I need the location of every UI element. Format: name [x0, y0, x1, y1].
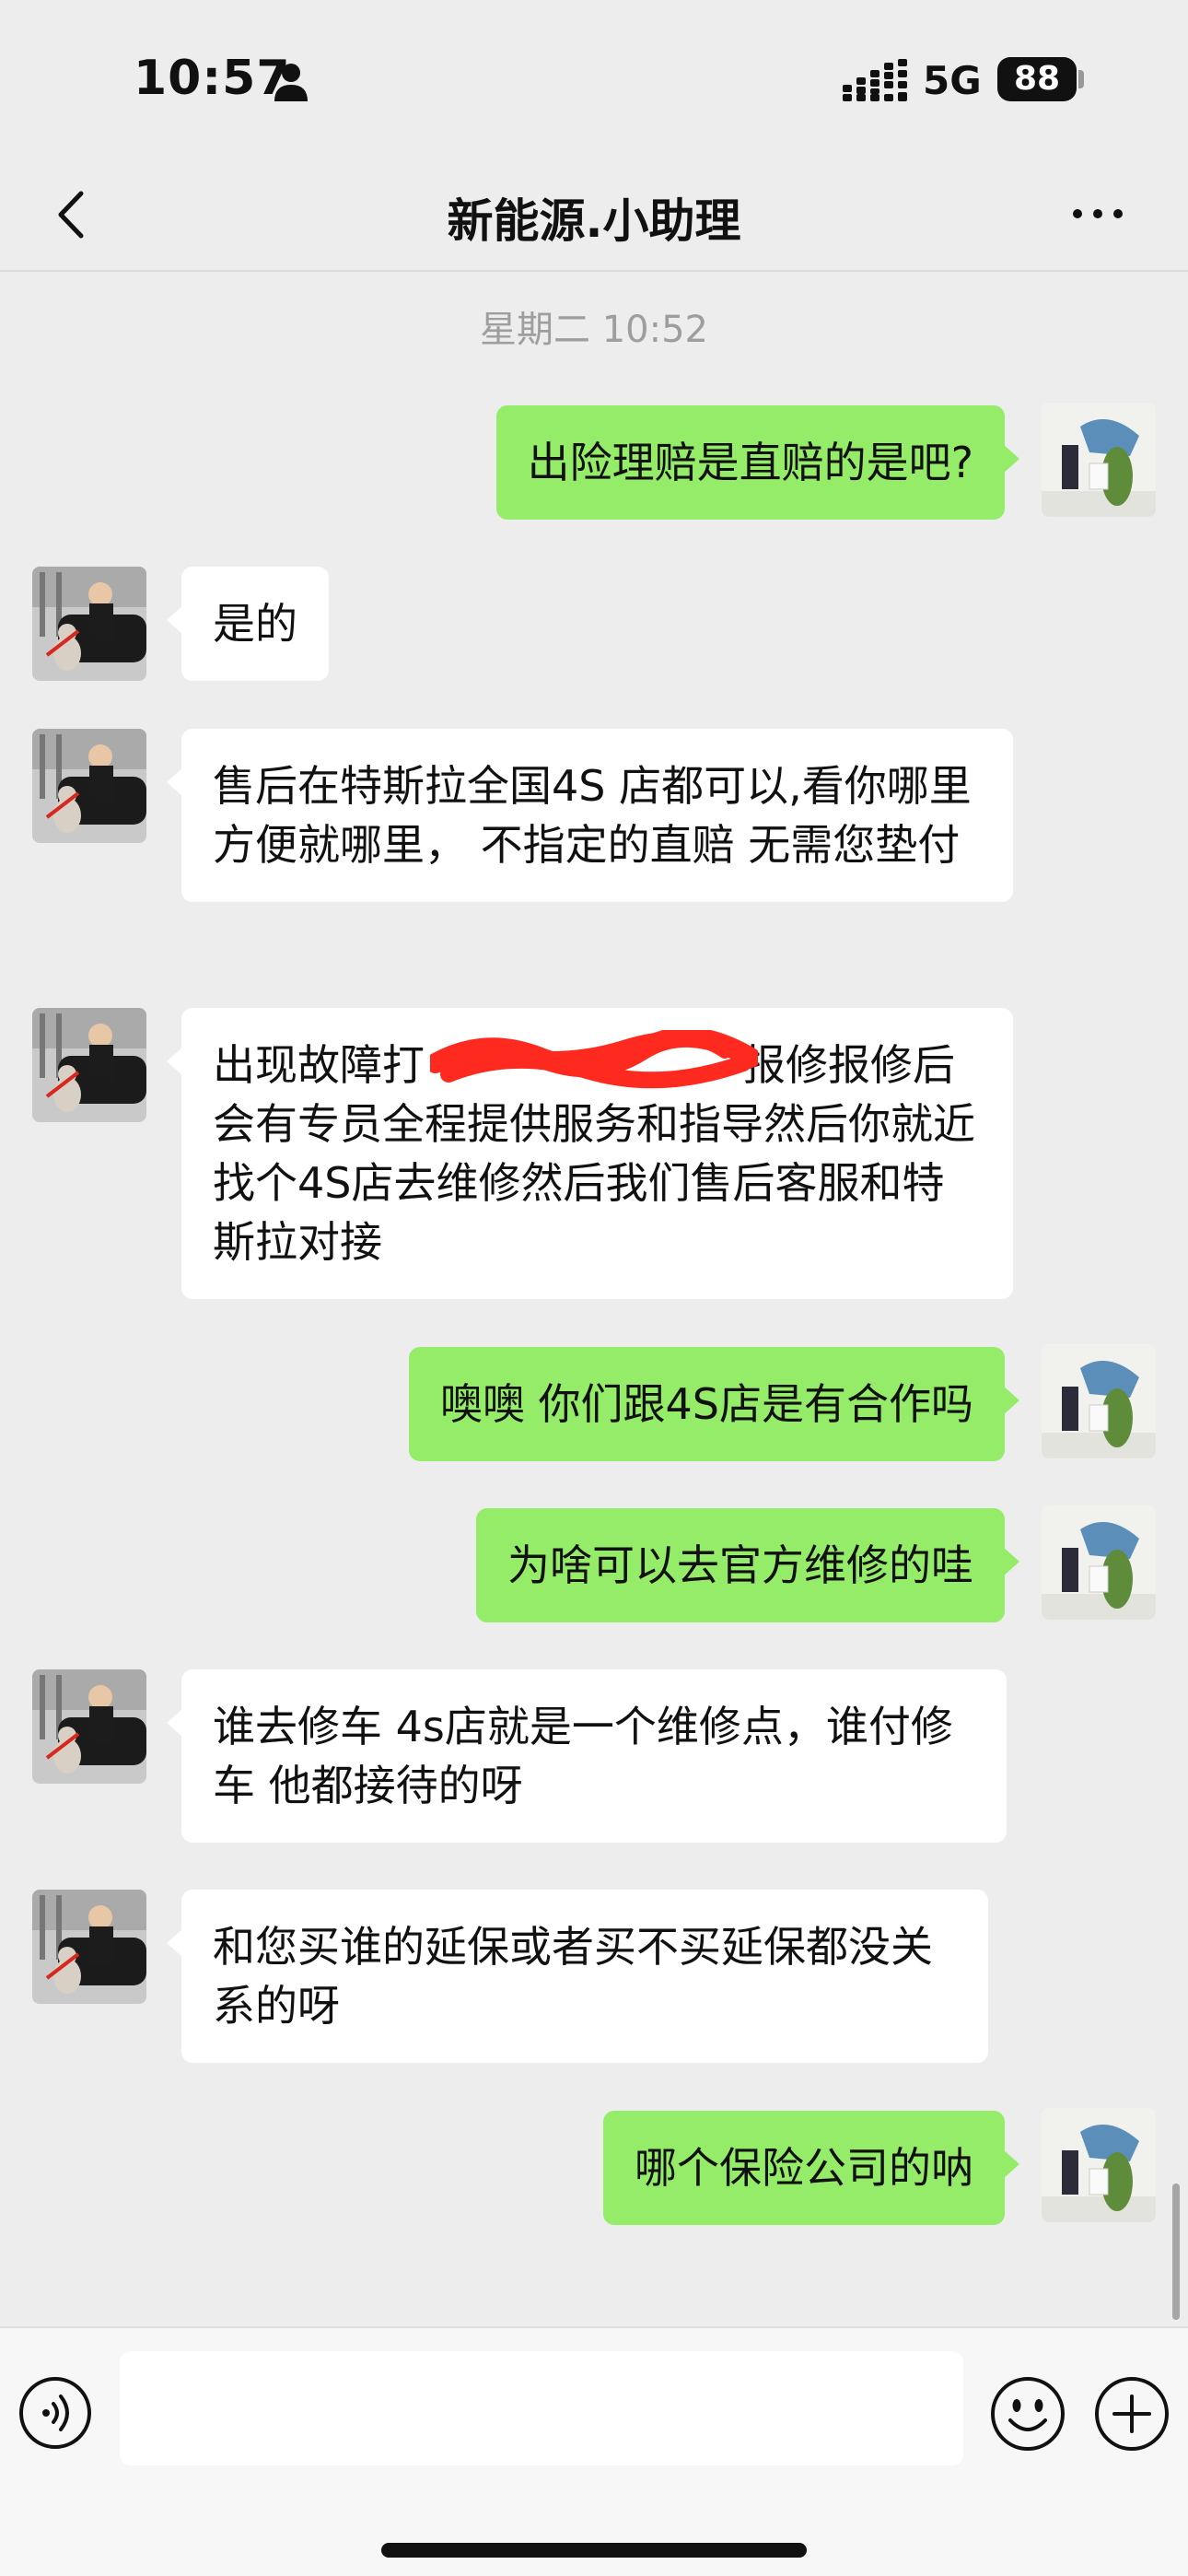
- message-bubble-incoming[interactable]: 和您买谁的延保或者买不买延保都没关系的呀: [167, 1890, 988, 2063]
- my-avatar[interactable]: [1042, 403, 1156, 517]
- assistant-avatar[interactable]: [32, 729, 146, 843]
- chat-timestamp: 星期二 10:52: [480, 309, 708, 351]
- message-bubble-incoming[interactable]: 出现故障打 报修报修后会有专员全程提供服务和指导然后你就近找个4S店去维修然后我们…: [167, 1008, 1013, 1299]
- message-bubble-incoming[interactable]: 售后在特斯拉全国4S 店都可以,看你哪里方便就哪里， 不指定的直赔 无需您垫付: [167, 729, 1013, 902]
- assistant-avatar[interactable]: [32, 1890, 146, 2004]
- message-text-before: 出现故障打: [213, 1040, 425, 1090]
- home-indicator: [381, 2543, 807, 2558]
- person-icon: [274, 64, 308, 101]
- input-bar: [0, 2326, 1188, 2576]
- battery-tip: [1078, 70, 1084, 88]
- message-bubble-incoming[interactable]: 谁去修车 4s店就是一个维修点，谁付修车 他都接待的呀: [167, 1669, 1007, 1843]
- message-bubble-outgoing[interactable]: 哪个保险公司的呐: [603, 2111, 1019, 2225]
- battery-indicator: 88: [997, 57, 1077, 101]
- network-label: 5G: [923, 58, 982, 103]
- emoji-icon[interactable]: [990, 2376, 1066, 2452]
- my-avatar[interactable]: [1042, 1344, 1156, 1458]
- my-avatar[interactable]: [1042, 2108, 1156, 2222]
- assistant-avatar[interactable]: [32, 567, 146, 681]
- redaction-scribble: [430, 1030, 758, 1089]
- chat-title: 新能源.小助理: [447, 194, 741, 248]
- message-bubble-outgoing[interactable]: 为啥可以去官方维修的哇: [476, 1508, 1019, 1622]
- plus-icon[interactable]: [1094, 2376, 1170, 2452]
- status-bar: 10:57 5G 88: [0, 0, 1188, 157]
- signal-dots-icon: [843, 59, 907, 101]
- message-input[interactable]: [120, 2351, 963, 2465]
- message-bubble-incoming[interactable]: 是的: [167, 567, 329, 681]
- message-bubble-outgoing[interactable]: 出险理赔是直赔的是吧?: [495, 405, 1020, 520]
- my-avatar[interactable]: [1042, 1505, 1156, 1620]
- assistant-avatar[interactable]: [32, 1669, 146, 1784]
- assistant-avatar[interactable]: [32, 1008, 146, 1122]
- nav-bar: 新能源.小助理: [0, 157, 1188, 272]
- chat-scrollbar[interactable]: [1172, 2184, 1180, 2320]
- status-time: 10:57: [134, 51, 291, 106]
- message-bubble-outgoing[interactable]: 噢噢 你们跟4S店是有合作吗: [408, 1347, 1020, 1461]
- voice-icon[interactable]: [18, 2376, 92, 2450]
- chevron-left-icon[interactable]: [48, 182, 92, 247]
- more-dots-icon[interactable]: [1068, 195, 1127, 232]
